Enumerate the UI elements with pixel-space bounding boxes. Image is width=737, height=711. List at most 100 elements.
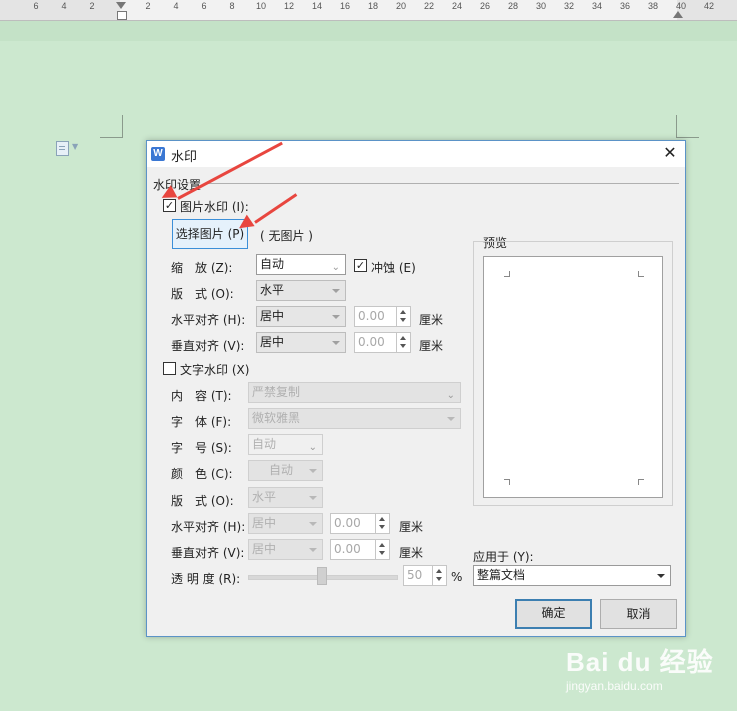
margin-corner-left — [100, 115, 123, 138]
text-watermark-checkbox[interactable] — [163, 362, 176, 375]
chevron-down-icon[interactable]: ▼ — [72, 142, 78, 151]
watermark-dialog: W 水印 ✕ 水印设置 ✓ 图片水印 (I): 选择图片 (P) ( 无图片 )… — [146, 140, 686, 637]
size-label: 字 号 (S): — [171, 441, 232, 455]
first-indent-marker[interactable] — [116, 2, 126, 9]
watermark-url: jingyan.baidu.com — [566, 679, 663, 693]
dialog-title: 水印 — [171, 150, 198, 165]
section-divider — [207, 183, 679, 184]
unit-label: 厘米 — [419, 339, 444, 353]
apply-to-select[interactable]: 整篇文档 — [473, 565, 671, 586]
spinner-buttons[interactable] — [396, 333, 410, 352]
ruler-tick-label: 12 — [283, 1, 295, 11]
dropdown-arrow-icon — [657, 574, 665, 578]
valign-label: 垂直对齐 (V): — [171, 339, 245, 353]
color-label: 颜 色 (C): — [171, 467, 233, 481]
size-value: 自动 — [252, 437, 277, 451]
ruler-tick-label: 18 — [367, 1, 379, 11]
halign-select[interactable]: 居中 — [256, 306, 346, 327]
right-indent-marker[interactable] — [673, 11, 683, 18]
dropdown-arrow-icon — [309, 496, 317, 500]
transparency-label: 透 明 度 (R): — [171, 572, 241, 586]
arrow-down-icon — [379, 551, 385, 555]
scale-select[interactable]: 自动 ⌄ — [256, 254, 346, 275]
washout-checkbox[interactable]: ✓ — [354, 259, 367, 272]
text-valign-select[interactable]: 居中 — [248, 539, 323, 560]
close-icon[interactable]: ✕ — [661, 144, 679, 162]
halign-label: 水平对齐 (H): — [171, 313, 246, 327]
ruler-tick-label: 14 — [311, 1, 323, 11]
ruler-tick-label: 38 — [647, 1, 659, 11]
text-layout-label: 版 式 (O): — [171, 494, 234, 508]
text-valign-label: 垂直对齐 (V): — [171, 546, 245, 560]
ruler-tick-label: 6 — [33, 1, 39, 11]
dialog-titlebar: W 水印 ✕ — [147, 141, 685, 167]
ok-button[interactable]: 确定 — [515, 599, 592, 629]
transparency-spinner[interactable]: 50 — [403, 565, 447, 586]
ruler-tick-label: 22 — [423, 1, 435, 11]
ruler-tick-label: 2 — [89, 1, 95, 11]
halign-offset-spinner[interactable]: 0.00 — [354, 306, 411, 327]
picture-watermark-label: 图片水印 (I): — [180, 200, 249, 214]
ruler-tick-label: 10 — [255, 1, 267, 11]
spinner-buttons[interactable] — [375, 514, 389, 533]
arrow-up-icon — [436, 569, 442, 573]
valign-select[interactable]: 居中 — [256, 332, 346, 353]
valign-value: 居中 — [260, 335, 285, 349]
spinner-buttons[interactable] — [432, 566, 446, 585]
dropdown-arrow-icon — [332, 315, 340, 319]
layout-select[interactable]: 水平 — [256, 280, 346, 301]
font-label: 字 体 (F): — [171, 415, 232, 429]
apply-to-label: 应用于 (Y): — [473, 550, 534, 564]
size-combobox[interactable]: 自动 ⌄ — [248, 434, 323, 455]
valign-offset-value: 0.00 — [358, 335, 385, 349]
ruler-tick-label: 16 — [339, 1, 351, 11]
apply-to-value: 整篇文档 — [477, 568, 526, 582]
text-halign-label: 水平对齐 (H): — [171, 520, 246, 534]
preview-corner — [504, 271, 510, 277]
transparency-slider-thumb[interactable] — [317, 567, 327, 585]
content-combobox[interactable]: 严禁复制 ⌄ — [248, 382, 461, 403]
left-indent-marker[interactable] — [117, 11, 127, 20]
arrow-up-icon — [400, 336, 406, 340]
washout-label: 冲蚀 (E) — [371, 261, 416, 275]
baidu-jingyan-watermark: Bai du 经验 jingyan.baidu.com — [566, 642, 714, 693]
ruler-tick-label: 42 — [703, 1, 715, 11]
spinner-buttons[interactable] — [396, 307, 410, 326]
halign-value: 居中 — [260, 309, 285, 323]
ruler-tick-label: 6 — [201, 1, 207, 11]
dropdown-arrow-icon — [309, 522, 317, 526]
ruler-tick-label: 20 — [395, 1, 407, 11]
arrow-down-icon — [379, 525, 385, 529]
unit-label: 厘米 — [399, 546, 424, 560]
chevron-down-icon: ⌄ — [446, 390, 455, 401]
ruler-tick-label: 30 — [535, 1, 547, 11]
arrow-down-icon — [400, 318, 406, 322]
text-valign-value: 居中 — [252, 542, 277, 556]
ruler-tick-label: 2 — [145, 1, 151, 11]
no-picture-label: ( 无图片 ) — [260, 229, 313, 243]
preview-page — [483, 256, 663, 498]
font-select[interactable]: 微软雅黑 — [248, 408, 461, 429]
unit-label: 厘米 — [399, 520, 424, 534]
scale-value: 自动 — [260, 257, 285, 271]
unit-label: 厘米 — [419, 313, 444, 327]
document-icon[interactable] — [56, 141, 69, 156]
text-halign-value: 居中 — [252, 516, 277, 530]
chevron-down-icon: ⌄ — [331, 262, 340, 273]
text-layout-select[interactable]: 水平 — [248, 487, 323, 508]
arrow-up-icon — [400, 310, 406, 314]
valign-offset-spinner[interactable]: 0.00 — [354, 332, 411, 353]
horizontal-ruler: 6 4 2 2 4 6 8 10 12 14 16 18 20 22 24 26… — [0, 0, 737, 21]
ruler-tick-label: 36 — [619, 1, 631, 11]
percent-label: % — [451, 570, 463, 584]
text-halign-select[interactable]: 居中 — [248, 513, 323, 534]
text-halign-offset-spinner[interactable]: 0.00 — [330, 513, 390, 534]
text-valign-offset-spinner[interactable]: 0.00 — [330, 539, 390, 560]
scale-label: 缩 放 (Z): — [171, 261, 233, 275]
ruler-tick-label: 28 — [507, 1, 519, 11]
color-select[interactable]: 自动 — [248, 460, 323, 481]
spinner-buttons[interactable] — [375, 540, 389, 559]
cancel-button[interactable]: 取消 — [600, 599, 677, 629]
arrow-up-icon — [379, 543, 385, 547]
font-value: 微软雅黑 — [252, 411, 301, 425]
